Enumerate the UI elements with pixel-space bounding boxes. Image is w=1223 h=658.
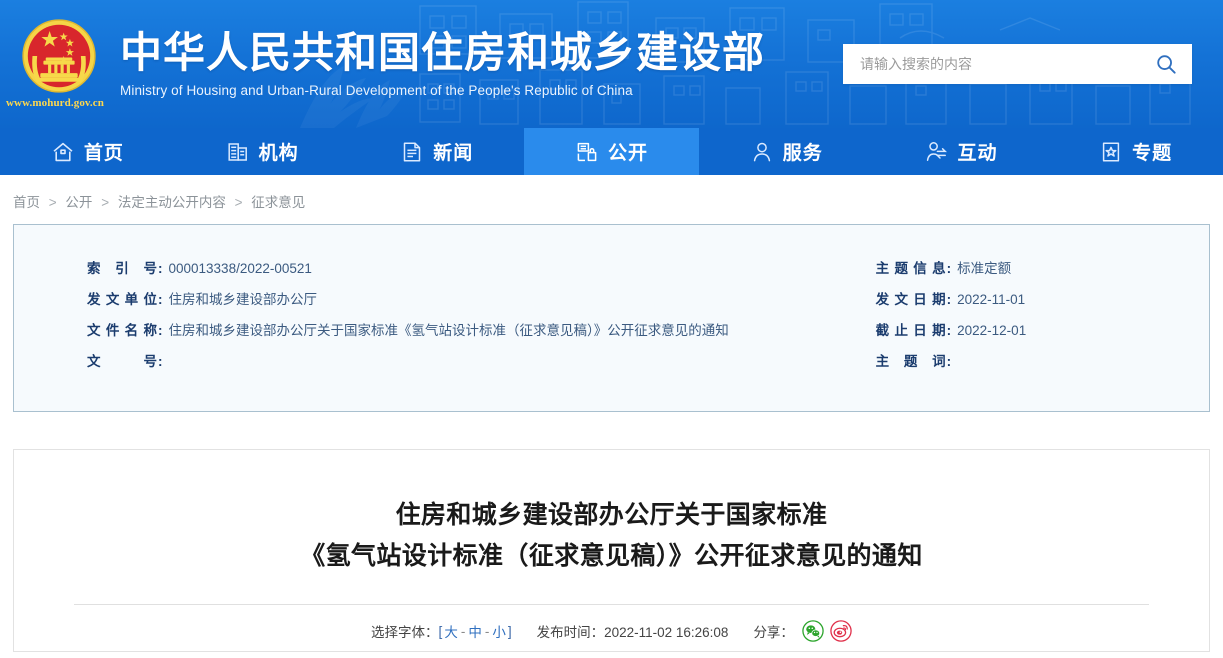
info-column-right: 主题信息 : 标准定额 发文日期 : 2022-11-01 截止日期 : 202…: [793, 253, 1209, 411]
search-box[interactable]: [843, 44, 1192, 84]
site-header: www.mohurd.gov.cn 中华人民共和国住房和城乡建设部 Minist…: [0, 0, 1223, 128]
nav-item-news[interactable]: 新闻: [349, 128, 524, 175]
nav-item-disclosure[interactable]: 公开: [524, 128, 699, 175]
nav-label: 服务: [782, 142, 823, 164]
nav-item-topic[interactable]: 专题: [1048, 128, 1223, 175]
publish-time-label: 发布时间：: [536, 625, 605, 640]
nav-label: 互动: [957, 142, 998, 164]
info-row-issuing-unit: 发文单位 : 住房和城乡建设部办公厅: [87, 284, 793, 315]
article-title-line1: 住房和城乡建设部办公厅关于国家标准: [395, 500, 828, 529]
info-row-topic-category: 主题信息 : 标准定额: [876, 253, 1209, 284]
article-meta-bar: 选择字体： [ 大 - 中 - 小 ] 发布时间：2022-11-02 16:2…: [74, 605, 1149, 642]
main-nav: 首页 机构 新闻 公开 服务 互动 专题: [0, 128, 1223, 175]
info-value: 标准定额: [957, 261, 1012, 276]
article-card: 住房和城乡建设部办公厅关于国家标准 《氢气站设计标准（征求意见稿）》公开征求意见…: [13, 449, 1210, 652]
info-value: 2022-12-01: [957, 323, 1027, 338]
home-icon: [51, 140, 75, 164]
nav-label: 新闻: [433, 142, 474, 164]
news-document-icon: [400, 140, 424, 164]
site-title-en: Ministry of Housing and Urban-Rural Deve…: [120, 83, 633, 98]
info-column-left: 索引号 : 000013338/2022-00521 发文单位 : 住房和城乡建…: [14, 253, 793, 411]
info-colon: :: [946, 323, 952, 338]
nav-item-organization[interactable]: 机构: [175, 128, 350, 175]
info-label: 主题信息: [875, 261, 946, 276]
font-size-small-button[interactable]: 小: [490, 621, 508, 641]
publish-time: 发布时间：2022-11-02 16:26:08: [537, 621, 729, 641]
breadcrumb-item-statutory-content[interactable]: 法定主动公开内容: [118, 195, 226, 210]
info-row-document-number: 文号 :: [87, 346, 793, 377]
info-label: 发文日期: [875, 292, 946, 307]
document-info-panel: 索引号 : 000013338/2022-00521 发文单位 : 住房和城乡建…: [13, 224, 1210, 412]
info-value: 住房和城乡建设部办公厅: [168, 292, 318, 307]
info-colon: :: [946, 354, 952, 369]
breadcrumb-item-comments[interactable]: 征求意见: [251, 195, 305, 210]
breadcrumb-separator: >: [48, 195, 57, 210]
font-size-label: 选择字体：: [371, 625, 439, 640]
info-colon: :: [158, 261, 163, 276]
emblem-block: www.mohurd.gov.cn: [0, 0, 118, 128]
font-size-selector: 选择字体： [ 大 - 中 - 小 ]: [371, 621, 512, 641]
info-colon: :: [158, 354, 163, 369]
info-colon: :: [946, 261, 952, 276]
nav-label: 首页: [83, 142, 124, 164]
info-label: 索引号: [87, 261, 157, 276]
china-national-emblem-icon: [22, 19, 96, 93]
open-disclosure-icon: [575, 140, 599, 164]
breadcrumb-separator: >: [101, 195, 110, 210]
person-service-icon: [750, 140, 774, 164]
info-row-file-name: 文件名称 : 住房和城乡建设部办公厅关于国家标准《氢气站设计标准（征求意见稿）》…: [87, 315, 793, 346]
share-label: 分享：: [753, 625, 794, 640]
info-value: 住房和城乡建设部办公厅关于国家标准《氢气站设计标准（征求意见稿）》公开征求意见的…: [168, 323, 729, 338]
info-row-index-number: 索引号 : 000013338/2022-00521: [87, 253, 793, 284]
share-group: 分享：: [753, 620, 852, 642]
building-icon: [226, 140, 250, 164]
search-input[interactable]: [843, 45, 1140, 83]
nav-item-home[interactable]: 首页: [0, 128, 175, 175]
info-value: 2022-11-01: [957, 292, 1026, 307]
nav-label: 机构: [258, 142, 299, 164]
weibo-icon[interactable]: [830, 620, 852, 642]
info-row-keywords: 主题词 :: [876, 346, 1209, 377]
info-label: 截止日期: [875, 323, 946, 338]
info-value: 000013338/2022-00521: [168, 261, 312, 276]
search-icon: [1157, 55, 1176, 74]
breadcrumb-separator: >: [234, 195, 243, 210]
interaction-icon: [924, 140, 948, 164]
font-size-large-button[interactable]: 大: [442, 621, 460, 641]
breadcrumb-item-home[interactable]: 首页: [13, 195, 40, 210]
publish-time-value: 2022-11-02 16:26:08: [604, 625, 729, 640]
bracket-close: ]: [507, 623, 512, 639]
search-button[interactable]: [1140, 44, 1192, 84]
info-label: 主题词: [875, 354, 946, 369]
site-title-cn: 中华人民共和国住房和城乡建设部: [120, 28, 766, 77]
breadcrumb-item-disclosure[interactable]: 公开: [65, 195, 92, 210]
font-size-medium-button[interactable]: 中: [466, 621, 484, 641]
page-title: 住房和城乡建设部办公厅关于国家标准 《氢气站设计标准（征求意见稿）》公开征求意见…: [74, 494, 1149, 576]
info-colon: :: [158, 292, 163, 307]
wechat-icon[interactable]: [802, 620, 824, 642]
site-title-block: 中华人民共和国住房和城乡建设部 Ministry of Housing and …: [118, 29, 765, 99]
info-colon: :: [946, 292, 952, 307]
info-row-issue-date: 发文日期 : 2022-11-01: [876, 284, 1209, 315]
article-title-line2: 《氢气站设计标准（征求意见稿）》公开征求意见的通知: [300, 541, 923, 570]
nav-item-service[interactable]: 服务: [699, 128, 874, 175]
site-url-text: www.mohurd.gov.cn: [6, 97, 104, 109]
nav-label: 公开: [608, 142, 649, 164]
info-colon: :: [158, 323, 163, 338]
info-label: 文件名称: [87, 323, 157, 338]
info-label: 文号: [87, 354, 157, 369]
star-topic-icon: [1099, 140, 1123, 164]
nav-item-interaction[interactable]: 互动: [874, 128, 1049, 175]
nav-label: 专题: [1132, 142, 1173, 164]
breadcrumb: 首页 > 公开 > 法定主动公开内容 > 征求意见: [0, 175, 1223, 224]
info-label: 发文单位: [87, 292, 157, 307]
info-row-deadline-date: 截止日期 : 2022-12-01: [876, 315, 1209, 346]
